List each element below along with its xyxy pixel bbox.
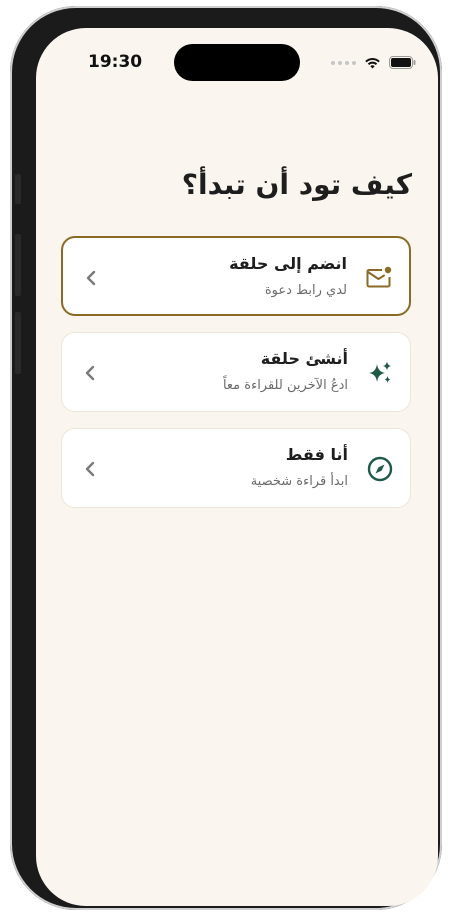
option-label: أنشئ حلقة (260, 349, 348, 368)
option-label: أنا فقط (285, 445, 348, 464)
silent-switch (15, 174, 21, 204)
dynamic-island (174, 44, 300, 81)
compass-icon (367, 456, 393, 482)
envelope-icon (366, 266, 392, 288)
chevron-left-icon (86, 270, 96, 286)
page-title: كيف تود أن تبدأ؟ (181, 168, 412, 201)
option-subtitle: لدي رابط دعوة (264, 283, 347, 298)
volume-down-button (15, 312, 21, 374)
status-icons (331, 56, 416, 69)
option-card-join-circle[interactable]: انضم إلى حلقة لدي رابط دعوة (61, 236, 411, 316)
chevron-left-icon (85, 461, 95, 477)
signal-icon (331, 60, 356, 65)
option-label: انضم إلى حلقة (229, 254, 347, 273)
status-time: 19:30 (88, 52, 143, 72)
battery-icon (389, 56, 416, 69)
option-card-just-me[interactable]: أنا فقط ابدأ قراءة شخصية (61, 428, 411, 508)
wifi-icon (365, 57, 380, 68)
option-subtitle: ابدأ قراءة شخصية (250, 474, 348, 489)
option-card-create-circle[interactable]: أنشئ حلقة ادعُ الآخرين للقراءة معاً (61, 332, 411, 412)
sparkles-icon (369, 361, 391, 383)
phone-frame: 19:30 كيف تود أن تبدأ؟ انضم إلى حلقة لدي… (10, 6, 442, 910)
volume-up-button (15, 234, 21, 296)
screen: 19:30 كيف تود أن تبدأ؟ انضم إلى حلقة لدي… (36, 28, 438, 906)
chevron-left-icon (85, 365, 95, 381)
option-subtitle: ادعُ الآخرين للقراءة معاً (222, 378, 348, 393)
